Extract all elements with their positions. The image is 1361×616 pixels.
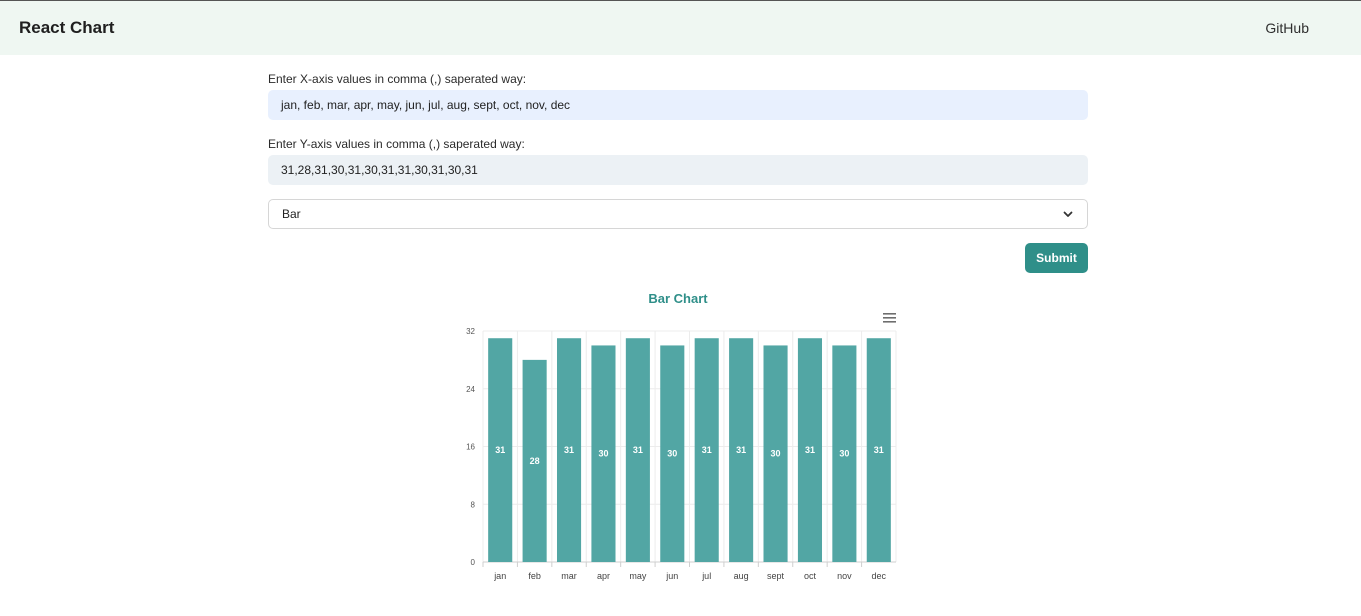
data-label: 30 bbox=[667, 449, 677, 459]
x-tick-label: apr bbox=[597, 571, 610, 581]
bar-chart: 0 8 16 24 32 31 jan 28 feb 31 mar 30 apr 31 may 30 jun 31… bbox=[466, 327, 897, 581]
data-label: 30 bbox=[598, 449, 608, 459]
data-label: 31 bbox=[702, 445, 712, 455]
x-tick-label: dec bbox=[872, 571, 887, 581]
data-label: 28 bbox=[530, 456, 540, 466]
data-label: 30 bbox=[771, 449, 781, 459]
x-tick-label: aug bbox=[734, 571, 749, 581]
data-label: 31 bbox=[874, 445, 884, 455]
y-tick-label: 0 bbox=[471, 558, 476, 567]
data-label: 31 bbox=[633, 445, 643, 455]
y-tick-label: 16 bbox=[466, 443, 475, 452]
x-tick-label: jan bbox=[493, 571, 506, 581]
x-tick-label: nov bbox=[837, 571, 852, 581]
y-tick-label: 8 bbox=[471, 500, 476, 509]
x-tick-label: oct bbox=[804, 571, 817, 581]
data-label: 31 bbox=[564, 445, 574, 455]
y-tick-label: 24 bbox=[466, 385, 475, 394]
x-tick-label: sept bbox=[767, 571, 785, 581]
x-tick-label: may bbox=[629, 571, 647, 581]
x-tick-label: mar bbox=[561, 571, 577, 581]
y-tick-label: 32 bbox=[466, 327, 475, 336]
data-label: 31 bbox=[736, 445, 746, 455]
data-label: 31 bbox=[495, 445, 505, 455]
data-label: 30 bbox=[839, 449, 849, 459]
x-tick-label: jun bbox=[665, 571, 678, 581]
data-label: 31 bbox=[805, 445, 815, 455]
x-tick-label: feb bbox=[528, 571, 541, 581]
x-tick-label: jul bbox=[701, 571, 711, 581]
